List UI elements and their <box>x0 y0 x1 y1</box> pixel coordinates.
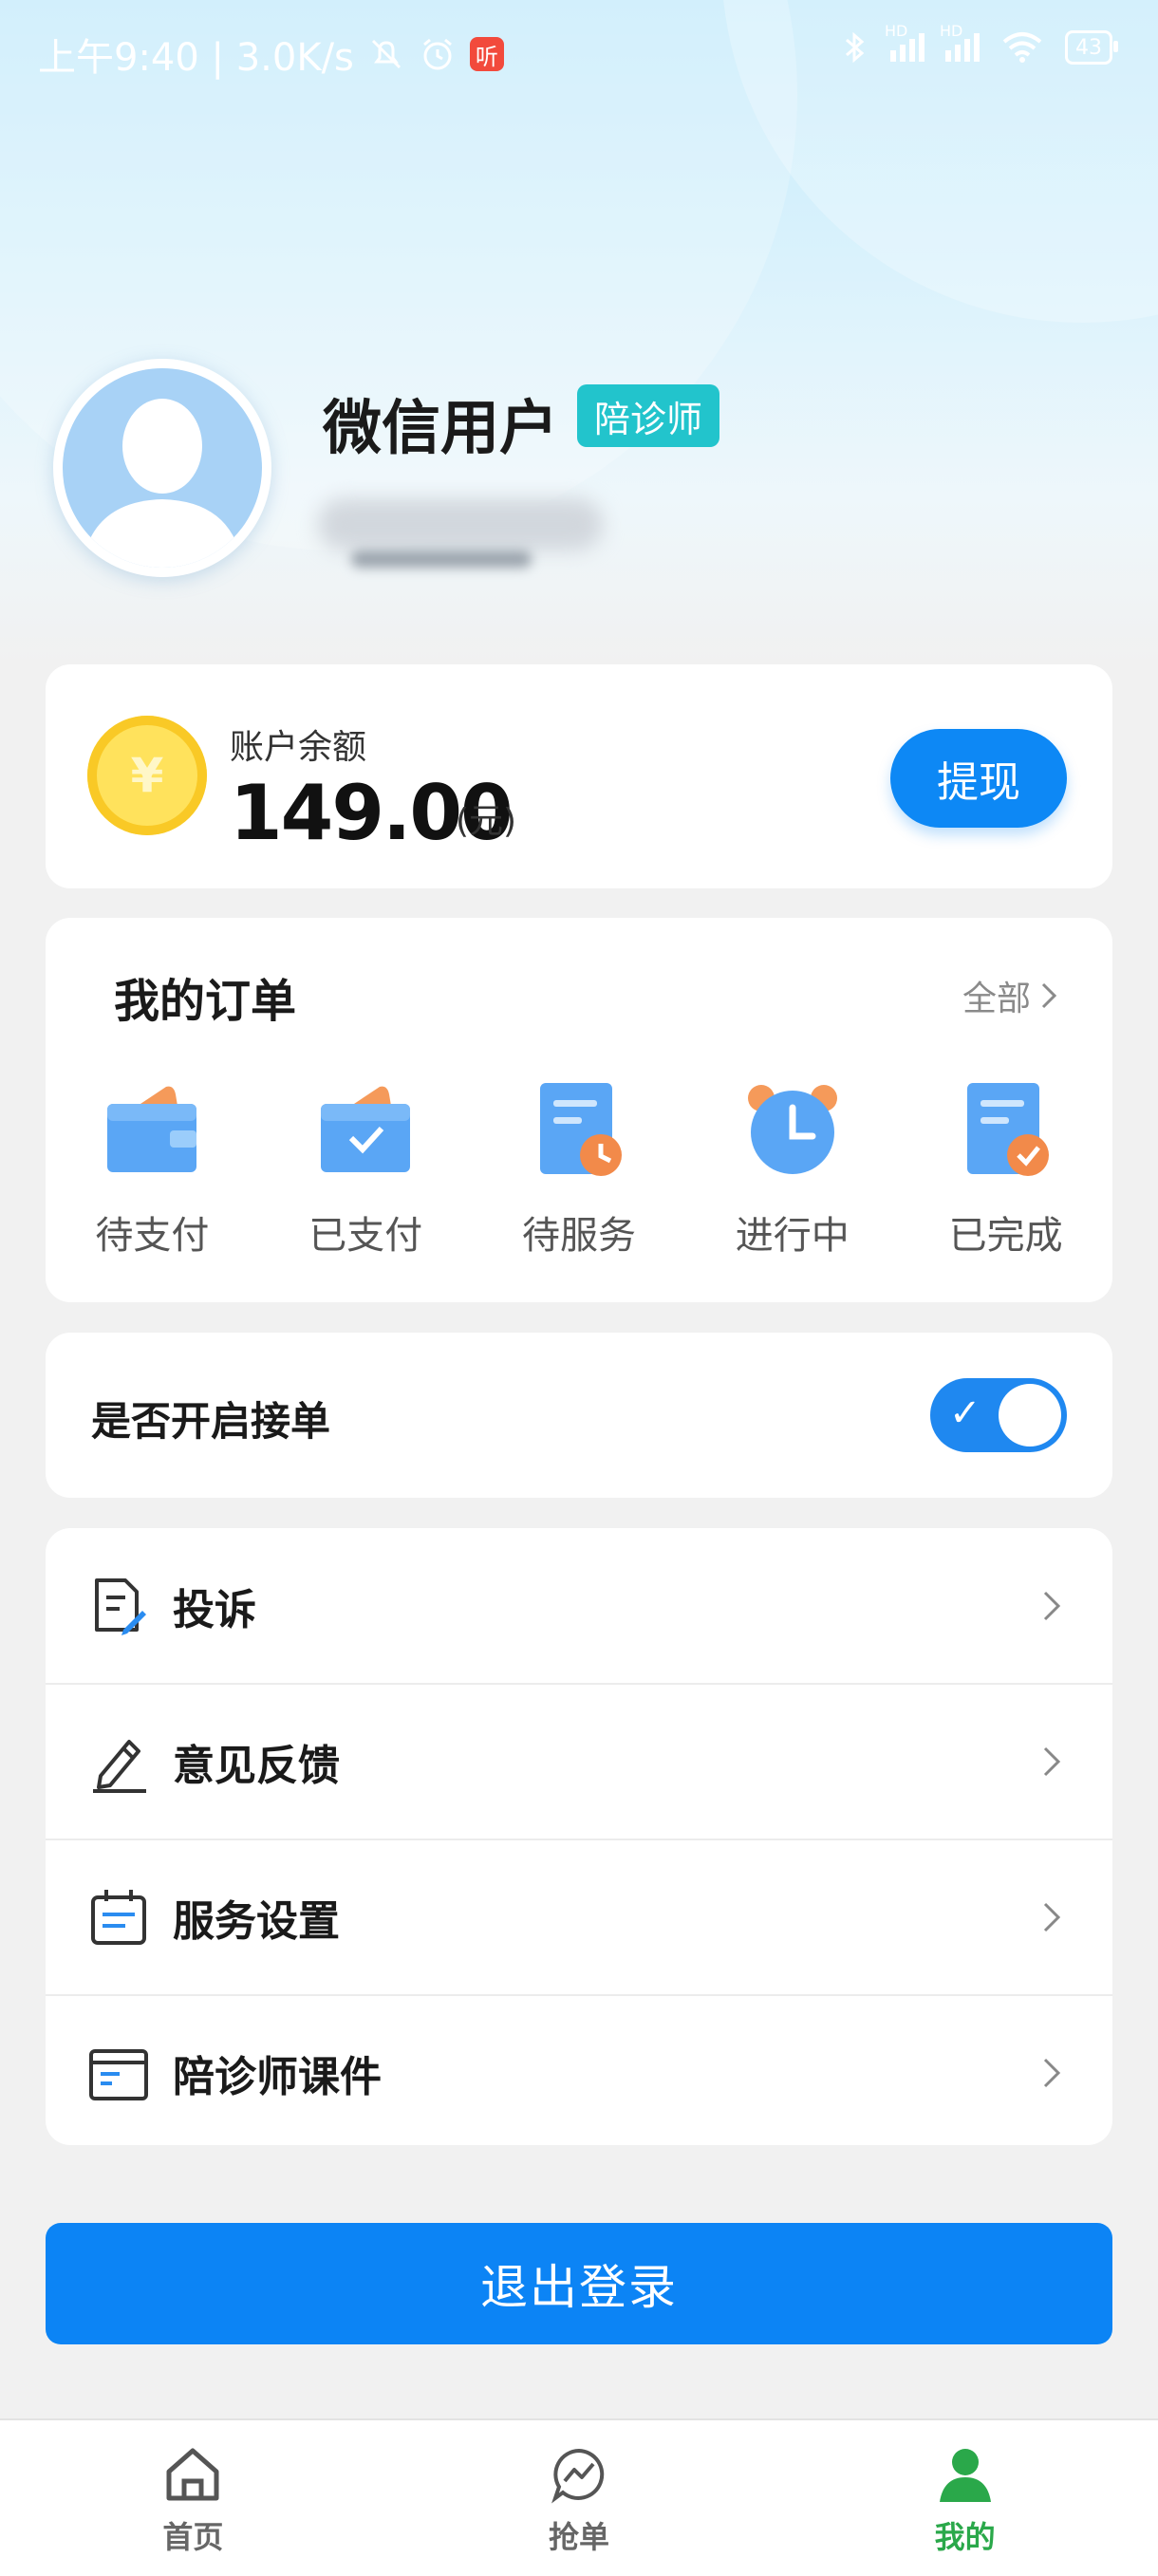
complaint-document-icon <box>95 1578 146 1635</box>
menu-item-courseware[interactable]: 陪诊师课件 <box>46 1995 1112 2151</box>
bottom-tab-bar: 首页 抢单 我的 <box>0 2418 1158 2576</box>
orders-all-link[interactable]: 全部 <box>962 971 1059 1020</box>
balance-label: 账户余额 <box>230 728 367 767</box>
folder-icon <box>89 2049 148 2100</box>
order-status-label: 已完成 <box>948 1214 1063 1258</box>
chevron-right-icon <box>1043 1902 1061 1932</box>
calendar-icon <box>91 1890 146 1945</box>
chevron-right-icon <box>1043 2058 1061 2088</box>
balance-unit: (元) <box>456 802 517 841</box>
orders-card: 我的订单 全部 待支付 已支付 待服务 进行中 已完成 <box>46 918 1112 1302</box>
order-status-label: 已支付 <box>308 1214 423 1258</box>
menu-item-label: 投诉 <box>173 1586 256 1634</box>
tab-label: 抢单 <box>549 2519 610 2555</box>
menu-item-complaint[interactable]: 投诉 <box>46 1528 1112 1684</box>
order-status-label: 进行中 <box>735 1214 850 1258</box>
menu-item-label: 服务设置 <box>173 1897 340 1946</box>
signal-hd-label: HD <box>940 22 963 40</box>
tab-label: 首页 <box>162 2519 224 2555</box>
home-icon <box>166 2448 219 2501</box>
user-icon <box>939 2449 991 2502</box>
accept-orders-card: 是否开启接单 ✓ <box>46 1333 1112 1498</box>
accept-orders-label: 是否开启接单 <box>91 1398 331 1445</box>
order-status-list: 待支付 已支付 待服务 进行中 已完成 <box>46 1077 1112 1260</box>
menu-item-label: 陪诊师课件 <box>173 2053 382 2101</box>
order-status-label: 待支付 <box>95 1214 210 1258</box>
blurred-phone-number <box>318 498 603 551</box>
avatar[interactable] <box>53 359 271 577</box>
chevron-right-icon <box>1043 1591 1061 1621</box>
chevron-right-icon <box>1043 1746 1061 1777</box>
signal-1-icon: HD <box>885 22 925 62</box>
tab-home[interactable]: 首页 <box>0 2420 386 2576</box>
battery-icon: 43 <box>1065 30 1118 65</box>
status-left: 上午9:40 | 3.0K/s 听 <box>38 27 504 82</box>
order-status-completed[interactable]: 已完成 <box>899 1077 1112 1260</box>
default-avatar-icon <box>82 399 243 568</box>
signal-2-icon: HD <box>940 22 980 62</box>
menu-item-feedback[interactable]: 意见反馈 <box>46 1684 1112 1839</box>
chevron-right-icon <box>1041 982 1057 1009</box>
order-status-in-progress[interactable]: 进行中 <box>685 1077 899 1260</box>
orders-all-label: 全部 <box>962 980 1031 1018</box>
orders-title: 我的订单 <box>114 975 297 1028</box>
role-tag: 陪诊师 <box>577 384 720 447</box>
tab-grab-order[interactable]: 抢单 <box>386 2420 773 2576</box>
menu-list: 投诉 意见反馈 服务设置 陪诊师课件 <box>46 1528 1112 2145</box>
nickname: 微信用户 <box>323 393 559 462</box>
pencil-icon <box>93 1740 146 1793</box>
order-status-label: 待服务 <box>521 1214 636 1258</box>
tab-mine[interactable]: 我的 <box>772 2420 1158 2576</box>
logout-button[interactable]: 退出登录 <box>46 2223 1112 2344</box>
withdraw-button[interactable]: 提现 <box>890 729 1067 828</box>
status-right: HD HD 43 <box>841 22 1118 66</box>
check-icon: ✓ <box>949 1391 981 1435</box>
blurred-phone-number-detail <box>351 551 532 568</box>
order-status-pending-service[interactable]: 待服务 <box>473 1077 686 1260</box>
bell-muted-icon <box>371 39 401 69</box>
accept-orders-toggle[interactable]: ✓ <box>930 1378 1067 1452</box>
app-notification-icon: 听 <box>469 37 504 71</box>
avatar-image <box>63 368 262 568</box>
grab-order-icon <box>551 2448 605 2504</box>
alarm-icon <box>422 38 452 70</box>
bluetooth-icon <box>846 31 865 64</box>
order-status-paid[interactable]: 已支付 <box>259 1077 473 1260</box>
document-clock-icon <box>539 1083 622 1176</box>
status-bar: 上午9:40 | 3.0K/s 听 HD HD 43 <box>0 0 1158 104</box>
wallet-check-icon <box>321 1086 411 1172</box>
document-check-icon <box>966 1083 1049 1176</box>
signal-hd-label: HD <box>885 22 908 40</box>
menu-item-label: 意见反馈 <box>173 1742 340 1790</box>
status-time: 上午9:40 | 3.0K/s <box>38 36 354 80</box>
alarm-clock-icon <box>747 1085 837 1174</box>
coin-icon: ¥ <box>87 716 207 835</box>
wallet-icon <box>107 1086 197 1172</box>
tab-label: 我的 <box>934 2519 996 2555</box>
menu-item-service-settings[interactable]: 服务设置 <box>46 1839 1112 1995</box>
balance-card: ¥ 账户余额 149.00 (元) 提现 <box>46 664 1112 888</box>
order-status-pending-payment[interactable]: 待支付 <box>46 1077 259 1260</box>
wifi-icon <box>1002 32 1042 63</box>
toggle-knob <box>999 1384 1061 1447</box>
